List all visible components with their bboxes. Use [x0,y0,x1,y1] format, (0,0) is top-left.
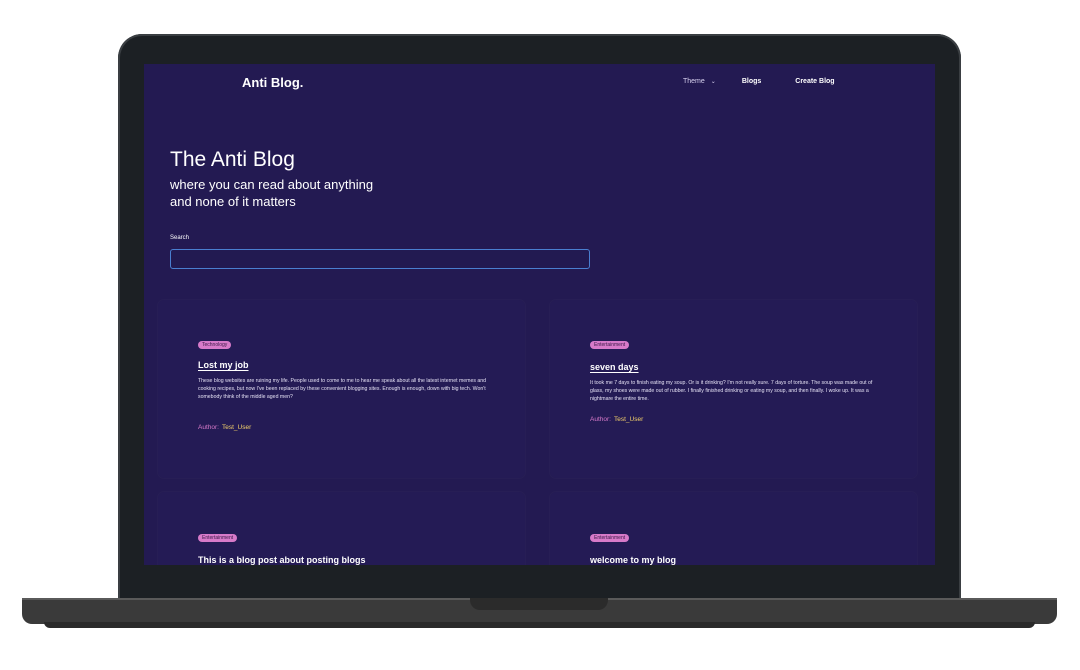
category-badge[interactable]: Entertainment [590,534,630,542]
search-label: Search [170,235,190,241]
category-badge[interactable]: Technology [198,341,232,349]
blog-card[interactable]: Entertainment seven days It took me 7 da… [550,300,917,478]
nav-link-blogs[interactable]: Blogs [742,78,761,85]
laptop-notch [470,598,608,610]
main-nav: Theme ⌄ Blogs Create Blog [683,78,835,85]
author-line: Author: Test_User [198,424,251,431]
blog-card[interactable]: Entertainment This is a blog post about … [158,492,525,565]
laptop-foot [44,622,1035,628]
nav-link-create-blog[interactable]: Create Blog [795,78,834,85]
theme-label: Theme [683,78,705,85]
app-screen: Anti Blog. Theme ⌄ Blogs Create Blog The… [144,64,935,565]
subtitle-line-1: where you can read about anything [170,177,374,192]
page-title: The Anti Blog [170,148,295,171]
blog-excerpt: It took me 7 days to finish eating my so… [590,380,873,402]
blog-title[interactable]: This is a blog post about posting blogs [198,555,366,565]
blog-card[interactable]: Entertainment welcome to my blog [550,492,917,565]
blog-title[interactable]: seven days [590,362,639,372]
category-badge[interactable]: Entertainment [590,341,630,349]
blog-title[interactable]: Lost my job [198,360,249,370]
subtitle-line-2: and none of it matters [170,194,296,209]
brand-logo[interactable]: Anti Blog. [242,75,303,90]
author-label: Author: [590,416,611,423]
blog-title[interactable]: welcome to my blog [590,555,676,565]
author-name[interactable]: Test_User [222,424,251,431]
blog-card[interactable]: Technology Lost my job These blog websit… [158,300,525,478]
blog-excerpt: These blog websites are ruining my life.… [198,378,487,400]
category-badge[interactable]: Entertainment [198,534,238,542]
page-subtitle: where you can read about anything and no… [170,176,470,210]
theme-dropdown[interactable]: Theme ⌄ [683,78,716,85]
search-input[interactable] [170,249,590,269]
author-name[interactable]: Test_User [614,416,643,423]
chevron-down-icon: ⌄ [710,79,716,85]
author-label: Author: [198,424,219,431]
author-line: Author: Test_User [590,416,643,423]
